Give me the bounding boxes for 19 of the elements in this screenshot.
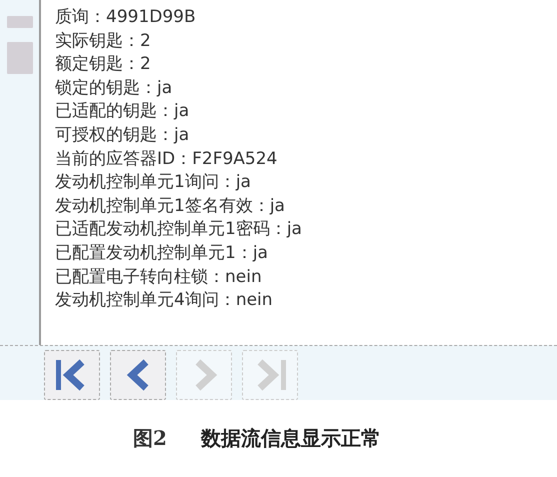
data-line: 可授权的钥匙：ja — [55, 124, 190, 147]
nav-button[interactable] — [110, 350, 166, 400]
data-line: 已配置发动机控制单元1：ja — [55, 242, 269, 265]
figure-number: 图2 — [133, 425, 167, 452]
data-line: 当前的应答器ID：F2F9A524 — [55, 148, 278, 171]
data-line: 发动机控制单元4询问：nein — [55, 289, 274, 312]
data-line: 已适配的钥匙：ja — [55, 100, 190, 124]
thumbnail-icon — [6, 42, 32, 74]
data-line: 锁定的钥匙：ja — [55, 76, 174, 100]
nav-button[interactable] — [44, 350, 100, 400]
data-line: 发动机控制单元1询问：ja — [55, 171, 252, 194]
data-line: 已配置电子转向柱锁：nein — [55, 266, 263, 289]
data-line: 已适配发动机控制单元1密码：ja — [55, 218, 303, 242]
figure-caption: 数据流信息显示正常 — [200, 425, 381, 452]
thumbnail-icon — [6, 16, 32, 28]
data-line: 实际钥匙：2 — [55, 30, 152, 53]
data-line: 发动机控制单元1签名有效：ja — [55, 194, 286, 218]
data-line: 质询：4991D99B — [55, 6, 197, 29]
data-line: 额定钥匙：2 — [55, 53, 152, 76]
